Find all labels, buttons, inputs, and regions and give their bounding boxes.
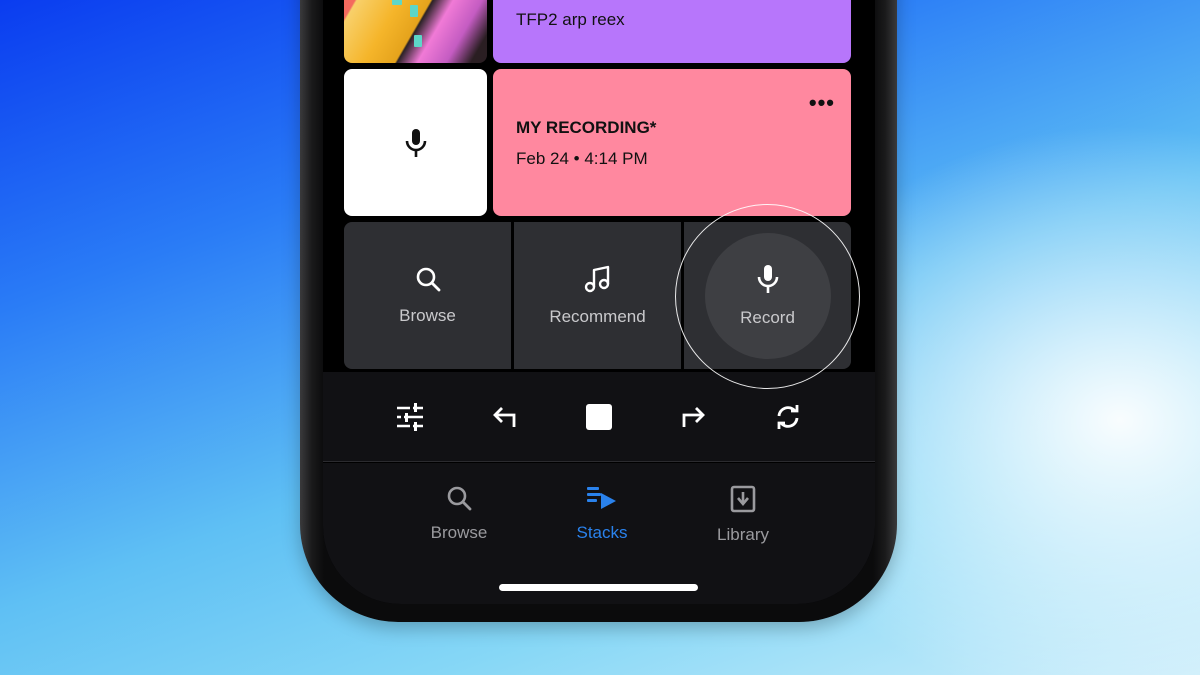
record-action-label: Record [740,307,795,327]
undo-button[interactable] [485,397,525,437]
browse-action-button[interactable]: Browse [344,222,511,369]
action-buttons: Browse Recommend Record [344,222,851,369]
transport-controls [323,372,875,462]
browse-action-label: Browse [399,305,456,325]
recording-title: MY RECORDING* [516,118,657,137]
stop-button[interactable] [579,397,619,437]
loop-button[interactable] [768,397,808,437]
recording-thumbnail[interactable] [344,69,487,216]
track-title: TFP2 arp reex [516,10,625,29]
download-box-icon [730,485,756,513]
redo-arrow-icon [682,406,706,427]
sliders-icon [397,402,424,431]
undo-arrow-icon [492,406,515,427]
more-options-button[interactable]: ••• [809,92,835,114]
microphone-icon [757,264,778,293]
artwork-detail [392,0,402,5]
tab-browse-label: Browse [430,523,488,542]
mixer-button[interactable] [390,397,430,437]
stack-item-my-recording[interactable]: ••• MY RECORDING* Feb 24 • 4:14 PM [493,69,851,216]
record-action-button[interactable]: Record [684,222,851,369]
refresh-icon [777,404,799,429]
artwork-detail [410,5,418,17]
search-icon [447,486,472,511]
search-icon [416,267,440,291]
track-artwork[interactable] [344,0,487,63]
phone-frame: TFP2 arp reex ••• MY RECORDING* Feb 24 •… [300,0,897,622]
recording-date: Feb 24 • 4:14 PM [516,149,648,168]
stack-item-tfp2[interactable]: TFP2 arp reex [493,0,851,63]
artwork-detail [414,35,422,47]
tab-stacks[interactable]: Stacks [547,485,657,543]
recommend-action-button[interactable]: Recommend [514,222,681,369]
app-screen: TFP2 arp reex ••• MY RECORDING* Feb 24 •… [323,0,875,604]
music-note-icon [584,265,609,292]
home-indicator[interactable] [499,584,698,591]
redo-button[interactable] [673,397,713,437]
stop-icon [585,403,612,430]
tab-bar: Browse Stacks Library [323,463,875,604]
microphone-icon [405,128,426,157]
tab-stacks-label: Stacks [576,523,628,542]
recommend-action-label: Recommend [549,306,646,326]
tab-library-label: Library [717,525,769,544]
tab-browse[interactable]: Browse [404,485,514,543]
record-highlight [704,232,831,359]
tab-library[interactable]: Library [688,485,798,545]
stacks-play-icon [587,487,616,509]
